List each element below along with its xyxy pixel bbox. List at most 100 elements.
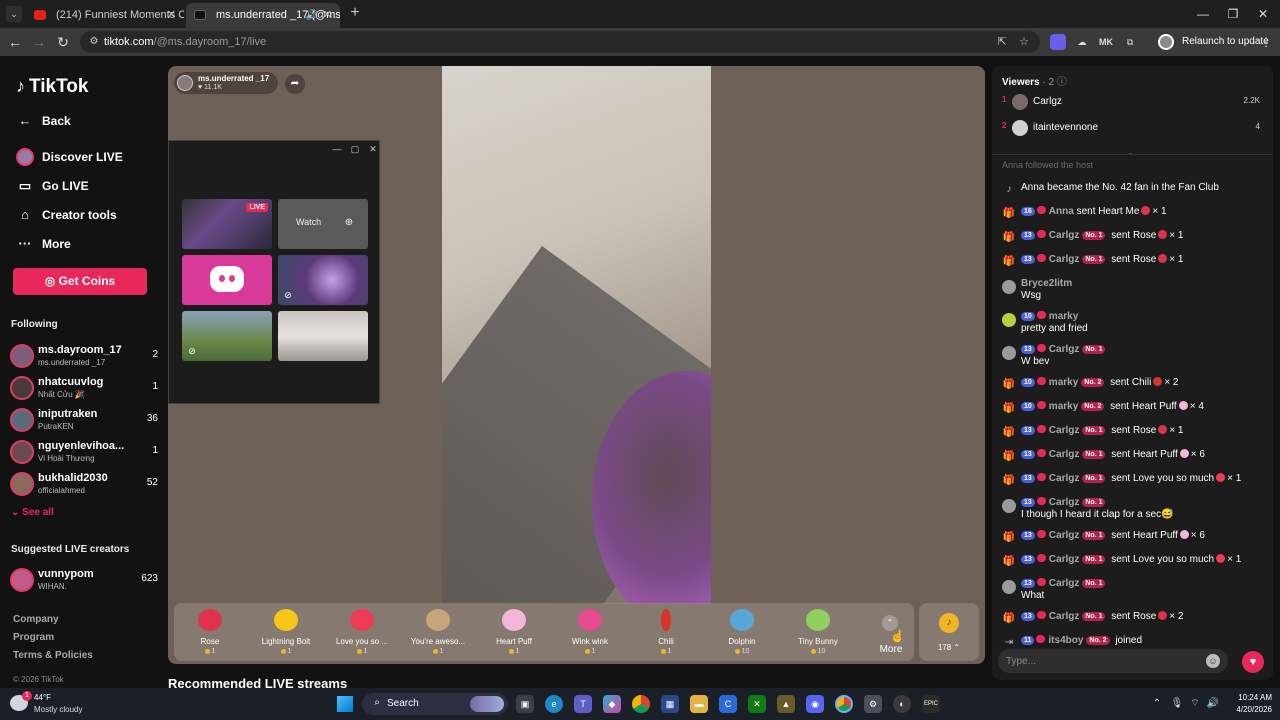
screen-share-tile[interactable]: LIVE	[182, 199, 272, 249]
task-view-icon[interactable]: ▣	[516, 695, 534, 713]
participant-tile[interactable]: ⊘	[278, 255, 368, 305]
chat-username[interactable]: Carlgz	[1049, 254, 1080, 265]
gift-love-you-so-much[interactable]: Love you so ... 1	[326, 607, 398, 659]
address-bar[interactable]: ⚙ tiktok.com/@ms.dayroom_17/live ⇱ ☆	[80, 31, 1040, 53]
chat-username[interactable]: Bryce2litm	[1021, 278, 1072, 289]
window-close-button[interactable]: ✕	[1248, 4, 1278, 24]
forward-icon[interactable]: →	[30, 33, 48, 51]
chat-username[interactable]: Carlgz	[1049, 497, 1080, 508]
viewer-row[interactable]: 2 itaintevennone 4	[1000, 118, 1266, 138]
avatar[interactable]	[1002, 280, 1016, 294]
see-all-link[interactable]: ⌄ See all	[11, 507, 54, 518]
menu-kebab-icon[interactable]: ⋮	[1260, 34, 1272, 50]
volume-icon[interactable]: 🔊	[1206, 697, 1220, 711]
watch-tile[interactable]: Watch ⊕	[278, 199, 368, 249]
maximize-button[interactable]: ❐	[1218, 4, 1248, 24]
settings-gear-icon[interactable]: ⚙	[864, 695, 882, 713]
coin-balance-button[interactable]: ♪ 178 ⌃	[919, 603, 979, 661]
sidebar-item-creator-tools[interactable]: ⌂ Creator tools	[12, 204, 117, 226]
site-info-icon[interactable]: ⚙	[88, 36, 100, 48]
following-item[interactable]: bukhalid2030 officialahmed 52	[10, 470, 160, 500]
reload-icon[interactable]: ↻	[54, 33, 72, 51]
mk-extension-icon[interactable]: MK	[1098, 34, 1114, 50]
gift-dolphin[interactable]: Dolphin 10	[706, 607, 778, 659]
speaker-icon[interactable]: 🔊	[306, 3, 318, 28]
chat-username[interactable]: Carlgz	[1049, 449, 1080, 460]
profile-avatar[interactable]	[1158, 34, 1174, 50]
following-item[interactable]: nguyenlevihoa... Vi Hoài Thương 1	[10, 438, 160, 468]
back-icon[interactable]: ←	[6, 33, 24, 51]
chat-username[interactable]: marky	[1049, 401, 1078, 412]
footer-link-terms[interactable]: Terms & Policies	[13, 650, 93, 661]
popup-close-icon[interactable]: ✕	[367, 143, 379, 155]
chat-username[interactable]: Carlgz	[1049, 611, 1080, 622]
tiktok-logo[interactable]: ♪ TikTok	[16, 76, 88, 98]
install-app-icon[interactable]: ⇱	[994, 34, 1010, 50]
suggested-item[interactable]: vunnypom WIHAN. 623	[10, 566, 160, 596]
footer-link-program[interactable]: Program	[13, 632, 54, 643]
info-icon[interactable]: ⓘ	[1057, 77, 1067, 88]
teams-icon[interactable]: T	[574, 695, 592, 713]
discord-taskbar-icon[interactable]: ◉	[806, 695, 824, 713]
tray-chevron-up-icon[interactable]: ⌃	[1150, 697, 1164, 711]
emoji-icon[interactable]: ☺	[1206, 654, 1220, 668]
chat-input-box[interactable]: ☺	[998, 649, 1228, 673]
tab-tiktok[interactable]: ms.underrated _17 (@ms.da 🔊 ✕	[186, 3, 340, 28]
tab-search-icon[interactable]: ⌄	[6, 6, 22, 22]
copilot-icon[interactable]: ◆	[603, 695, 621, 713]
gift-chili[interactable]: Chili 1	[630, 607, 702, 659]
avatar[interactable]	[1002, 313, 1016, 327]
close-icon[interactable]: ✕	[323, 3, 332, 28]
cloud-extension-icon[interactable]: ☁	[1074, 34, 1090, 50]
chrome-icon[interactable]	[632, 695, 650, 713]
share-icon[interactable]: ➦	[285, 74, 305, 94]
sidebar-item-discover-live[interactable]: Discover LIVE	[12, 146, 123, 168]
app-extra-icon[interactable]: ◐	[893, 695, 911, 713]
close-icon[interactable]: ✕	[167, 3, 176, 28]
chat-username[interactable]: Carlgz	[1049, 554, 1080, 565]
gift-youre-awesome[interactable]: You're aweso... 1	[402, 607, 474, 659]
avatar[interactable]	[1002, 580, 1016, 594]
weather-widget[interactable]: 1 44°F Mostly cloudy	[10, 691, 110, 717]
avatar[interactable]	[1002, 346, 1016, 360]
popup-minimize-icon[interactable]: —	[331, 143, 343, 155]
participant-tile[interactable]	[278, 311, 368, 361]
chat-username[interactable]: Carlgz	[1049, 230, 1080, 241]
new-tab-button[interactable]: +	[346, 4, 364, 22]
wifi-icon[interactable]: ⌔	[1188, 697, 1202, 711]
chat-username[interactable]: Carlgz	[1049, 473, 1080, 484]
chat-username[interactable]: Carlgz	[1049, 530, 1080, 541]
live-video[interactable]	[442, 66, 711, 604]
get-coins-button[interactable]: ◎ Get Coins	[13, 268, 147, 295]
like-heart-button[interactable]: ♥	[1242, 651, 1264, 673]
sidebar-item-go-live[interactable]: ▭ Go LIVE	[12, 175, 89, 197]
following-item[interactable]: iniputraken PutraKEN 36	[10, 406, 160, 436]
avatar[interactable]	[1002, 499, 1016, 513]
chat-username[interactable]: its4boy	[1048, 635, 1083, 646]
tab-youtube[interactable]: (214) Funniest Moments On Po ✕	[26, 3, 184, 28]
microphone-icon[interactable]: 🎙	[1170, 697, 1184, 711]
chat-username[interactable]: Anna	[1049, 206, 1074, 217]
relaunch-button[interactable]: Relaunch to update	[1182, 28, 1269, 56]
viewer-row[interactable]: 1 Carlgz 2.2K	[1000, 92, 1266, 112]
bookmark-star-icon[interactable]: ☆	[1016, 34, 1032, 50]
host-info[interactable]: ms.underrated _17 ♥ 11.1K	[174, 72, 278, 94]
collapse-chevron-icon[interactable]: ⌄	[1127, 148, 1134, 157]
windows-start-icon[interactable]	[337, 696, 353, 712]
gift-rose[interactable]: Rose 1	[174, 607, 246, 659]
chat-username[interactable]: marky	[1049, 377, 1078, 388]
epic-games-icon[interactable]: EPIC	[922, 695, 940, 713]
extension-icon[interactable]	[1050, 34, 1066, 50]
chat-username[interactable]: Carlgz	[1049, 425, 1080, 436]
participant-tile[interactable]: ⊘	[182, 311, 272, 361]
footer-link-company[interactable]: Company	[13, 614, 59, 625]
chat-input[interactable]	[1006, 649, 1186, 673]
file-explorer-icon[interactable]: ▬	[690, 695, 708, 713]
following-item[interactable]: ms.dayroom_17 ms.underrated _17 2	[10, 342, 160, 372]
chat-username[interactable]: Carlgz	[1049, 578, 1080, 589]
following-item[interactable]: nhatcuuvlog Nhất Cửu 🎉 1	[10, 374, 160, 404]
gift-wink-wink[interactable]: Wink wink 1	[554, 607, 626, 659]
minimize-button[interactable]: —	[1188, 4, 1218, 24]
store-icon[interactable]: ▦	[661, 695, 679, 713]
sidebar-item-more[interactable]: ··· More	[12, 233, 71, 255]
